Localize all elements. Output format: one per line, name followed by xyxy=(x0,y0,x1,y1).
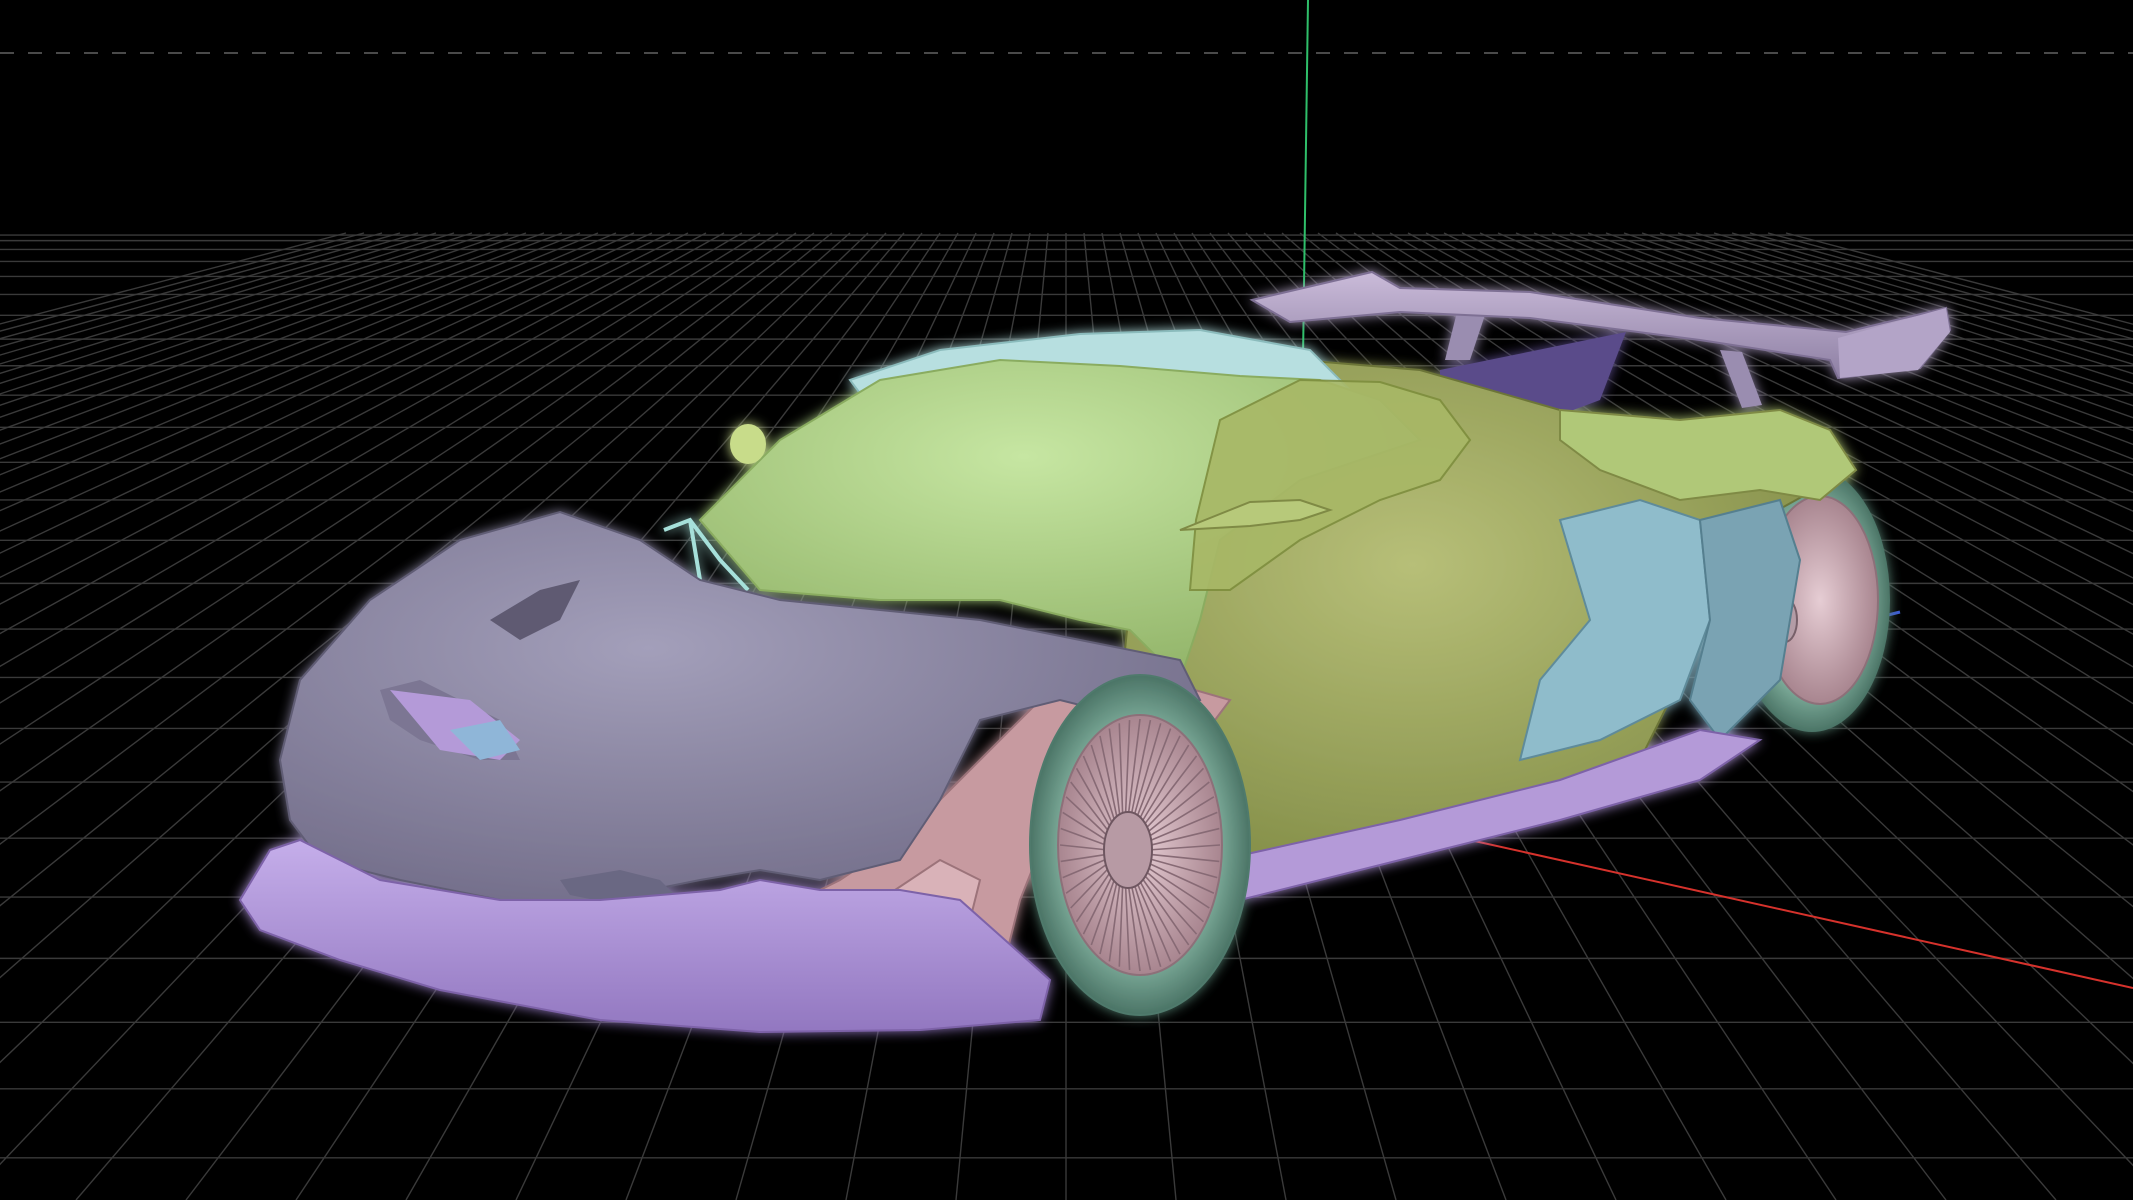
rear-wing-endplate xyxy=(1838,308,1950,378)
x-axis-line xyxy=(1469,839,2133,989)
left-mirror xyxy=(730,424,766,464)
car-model[interactable] xyxy=(238,270,1952,1034)
viewport-canvas[interactable] xyxy=(0,0,2133,1200)
grid-line xyxy=(1695,232,2133,365)
3d-viewport[interactable] xyxy=(0,0,2133,1200)
grid-line xyxy=(1623,232,2133,407)
front-hub xyxy=(1103,811,1153,889)
